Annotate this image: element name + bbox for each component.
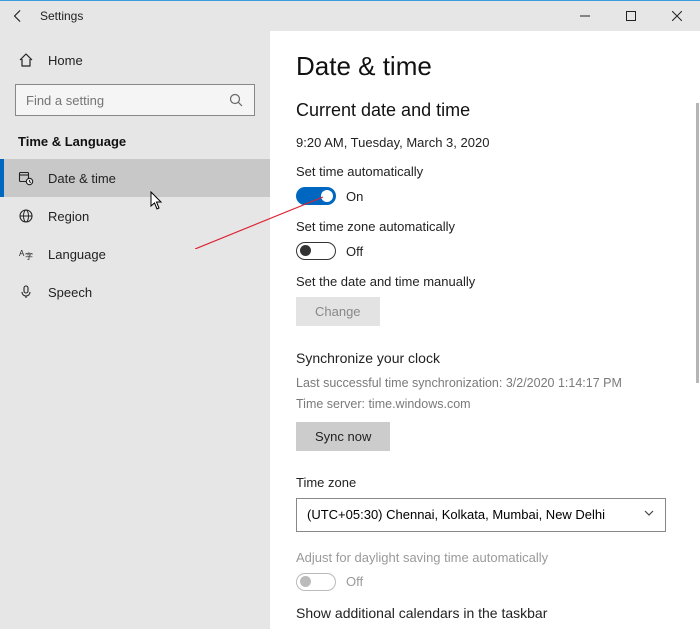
sidebar-item-speech[interactable]: Speech [0,273,270,311]
set-tz-auto-label: Set time zone automatically [296,219,674,234]
home-icon [18,52,34,68]
timezone-value: (UTC+05:30) Chennai, Kolkata, Mumbai, Ne… [307,507,605,522]
manual-label: Set the date and time manually [296,274,674,289]
sync-now-button[interactable]: Sync now [296,422,390,451]
additional-calendars-header: Show additional calendars in the taskbar [296,605,674,621]
sidebar-item-label: Region [48,209,89,224]
back-icon[interactable] [10,8,26,24]
set-time-auto-label: Set time automatically [296,164,674,179]
timezone-label: Time zone [296,475,674,490]
svg-text:字: 字 [25,251,33,261]
sidebar-home[interactable]: Home [0,46,270,74]
window-title: Settings [40,9,83,23]
microphone-icon [18,284,34,300]
current-datetime-header: Current date and time [296,100,674,121]
sidebar-item-label: Language [48,247,106,262]
sidebar-item-language[interactable]: A字 Language [0,235,270,273]
chevron-down-icon [643,507,655,522]
sidebar-item-label: Speech [48,285,92,300]
set-time-auto-state: On [346,189,363,204]
page-title: Date & time [296,51,674,82]
scrollbar[interactable] [696,103,699,383]
sidebar-home-label: Home [48,53,83,68]
close-button[interactable] [654,1,700,31]
globe-icon [18,208,34,224]
search-icon [228,92,244,113]
change-button: Change [296,297,380,326]
timezone-select[interactable]: (UTC+05:30) Chennai, Kolkata, Mumbai, Ne… [296,498,666,532]
dst-state: Off [346,574,363,589]
dst-toggle [296,573,336,591]
main-panel: Date & time Current date and time 9:20 A… [270,31,700,629]
sync-header: Synchronize your clock [296,350,674,366]
set-time-auto-toggle[interactable] [296,187,336,205]
sidebar: Home Time & Language Date & time [0,31,270,629]
set-tz-auto-state: Off [346,244,363,259]
current-datetime-value: 9:20 AM, Tuesday, March 3, 2020 [296,135,674,150]
set-tz-auto-toggle[interactable] [296,242,336,260]
titlebar: Settings [0,1,700,31]
dst-label: Adjust for daylight saving time automati… [296,550,674,565]
clock-calendar-icon [18,170,34,186]
sidebar-item-label: Date & time [48,171,116,186]
search-field[interactable] [26,93,244,108]
sidebar-item-region[interactable]: Region [0,197,270,235]
sidebar-section-header: Time & Language [0,130,270,159]
maximize-button[interactable] [608,1,654,31]
sidebar-item-date-time[interactable]: Date & time [0,159,270,197]
minimize-button[interactable] [562,1,608,31]
sync-last-success: Last successful time synchronization: 3/… [296,374,674,393]
language-icon: A字 [18,246,34,262]
search-input[interactable] [15,84,255,116]
sync-server: Time server: time.windows.com [296,395,674,414]
